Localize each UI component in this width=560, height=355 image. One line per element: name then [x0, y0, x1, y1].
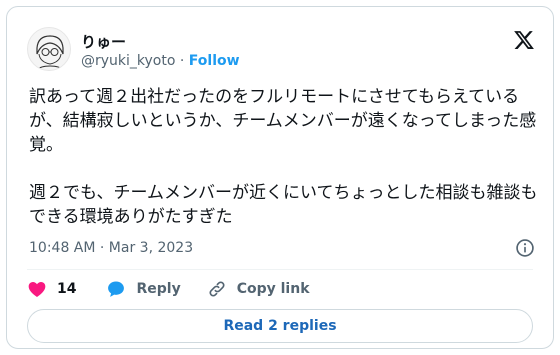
- x-logo-icon[interactable]: [513, 29, 535, 51]
- reply-button[interactable]: Reply: [106, 279, 181, 299]
- heart-icon: [28, 282, 46, 297]
- link-icon: [209, 281, 225, 297]
- follow-button[interactable]: Follow: [189, 53, 240, 69]
- user-handle[interactable]: @ryuki_kyoto: [81, 53, 175, 69]
- tweet-card: りゅー @ryuki_kyoto · Follow 訳あって週２出社だったのをフ…: [6, 6, 554, 349]
- separator-dot: ·: [179, 53, 185, 69]
- reply-bubble-icon: [108, 281, 125, 297]
- divider: [27, 269, 533, 270]
- handle-row: @ryuki_kyoto · Follow: [81, 53, 240, 69]
- action-bar: 14 Reply Copy link: [27, 279, 310, 299]
- tweet-text: 訳あって週２出社だったのをフルリモートにさせてもらえているが、結構寂しいというか…: [29, 87, 538, 227]
- like-count: 14: [57, 281, 77, 297]
- copy-link-button[interactable]: Copy link: [207, 279, 310, 299]
- avatar[interactable]: [27, 27, 71, 71]
- reply-label: Reply: [136, 281, 181, 297]
- like-button[interactable]: 14: [27, 279, 76, 299]
- copy-link-label: Copy link: [236, 281, 310, 297]
- read-replies-button[interactable]: Read 2 replies: [27, 309, 533, 343]
- tweet-timestamp[interactable]: 10:48 AM · Mar 3, 2023: [29, 240, 193, 256]
- info-icon[interactable]: [515, 238, 535, 258]
- display-name[interactable]: りゅー: [81, 31, 126, 52]
